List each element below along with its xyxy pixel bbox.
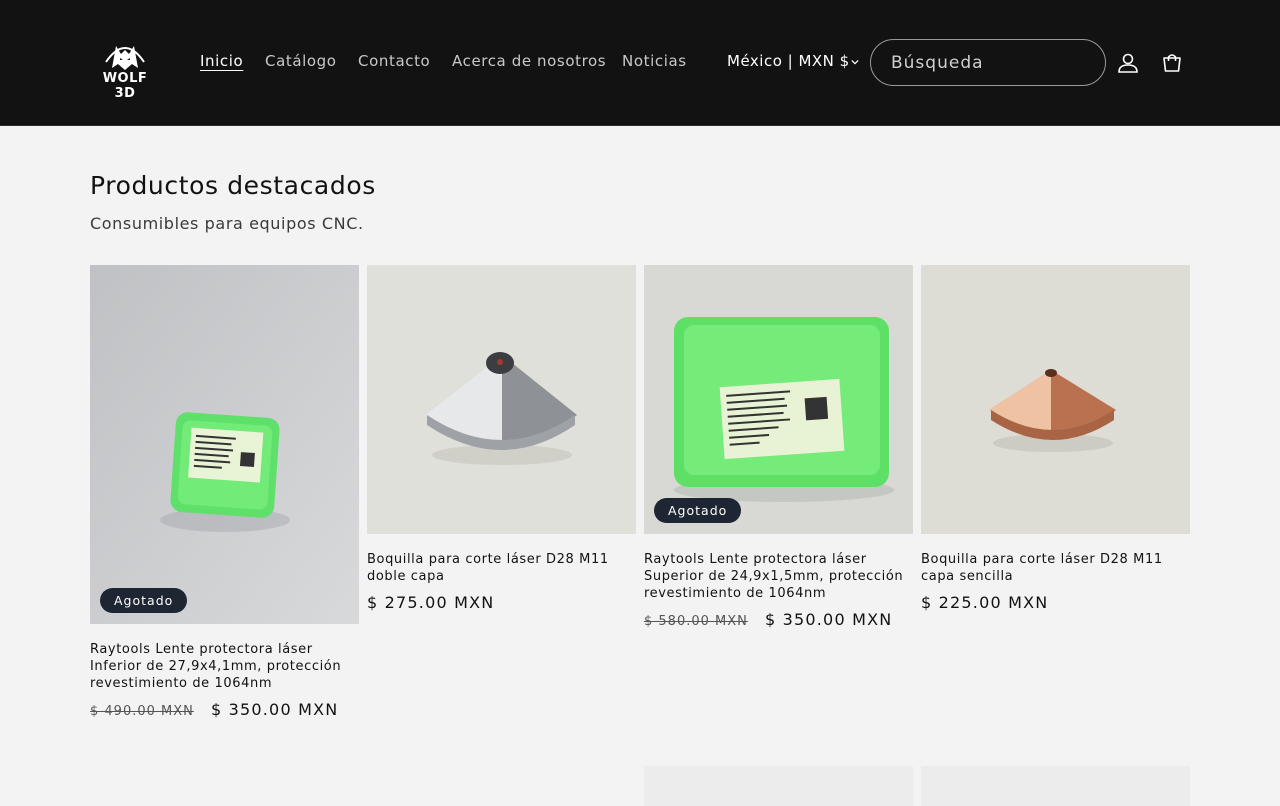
price-sale: $ 225.00 MXN [921,593,1049,612]
wolf-3d-logo[interactable]: WOLF 3D [90,38,160,101]
product-title[interactable]: Raytools Lente protectora láser Inferior… [90,641,359,692]
cart-icon[interactable] [1160,51,1184,75]
nozzle-copper-image [921,265,1190,534]
chevron-down-icon [851,59,859,65]
user-icon[interactable] [1116,51,1140,75]
country-selector[interactable]: México | MXN $ [727,52,850,70]
product-title[interactable]: Raytools Lente protectora láser Superior… [644,551,913,602]
price-original: $ 490.00 MXN [90,704,194,719]
price-sale: $ 275.00 MXN [367,593,495,612]
search-box[interactable] [870,39,1106,86]
section-title: Productos destacados [90,171,376,200]
product-image[interactable]: Agotado [644,265,913,534]
site-header: WOLF 3D Inicio Catálogo Contacto Acerca … [0,0,1280,126]
nav-item-contacto[interactable]: Contacto [358,52,430,70]
logo-text: WOLF 3D [102,71,148,101]
product-image-next-row[interactable] [921,766,1190,806]
lens-box-image [644,265,913,534]
sold-out-badge: Agotado [100,588,188,613]
wolf-logo-icon [105,46,145,70]
sold-out-badge: Agotado [654,498,742,523]
nav-item-acerca[interactable]: Acerca de nosotros [452,52,606,70]
price-original: $ 580.00 MXN [644,614,748,629]
product-image[interactable] [921,265,1190,534]
product-card[interactable]: Boquilla para corte láser D28 M11 capa s… [921,265,1190,625]
product-card[interactable]: Boquilla para corte láser D28 M11 doble … [367,265,636,625]
search-input[interactable] [891,51,1091,75]
nav-item-inicio[interactable]: Inicio [200,52,243,70]
price-sale: $ 350.00 MXN [210,700,339,719]
product-image[interactable] [367,265,636,534]
nozzle-silver-image [367,265,636,534]
product-card[interactable]: Agotado Raytools Lente protectora láser … [90,265,359,725]
lens-box-image [90,265,359,624]
nav-item-catalogo[interactable]: Catálogo [265,52,337,70]
nav-item-noticias[interactable]: Noticias [622,52,687,70]
price-row: $ 580.00 MXN $ 350.00 MXN [644,610,892,629]
product-title[interactable]: Boquilla para corte láser D28 M11 doble … [367,551,636,585]
price-row: $ 490.00 MXN $ 350.00 MXN [90,700,338,719]
price-row: $ 275.00 MXN [367,593,494,612]
product-image-next-row[interactable] [644,766,913,806]
product-image[interactable]: Agotado [90,265,359,624]
section-subtitle: Consumibles para equipos CNC. [90,214,364,233]
product-card[interactable]: Agotado Raytools Lente protectora láser … [644,265,913,645]
product-title[interactable]: Boquilla para corte láser D28 M11 capa s… [921,551,1190,585]
price-sale: $ 350.00 MXN [764,610,893,629]
price-row: $ 225.00 MXN [921,593,1048,612]
